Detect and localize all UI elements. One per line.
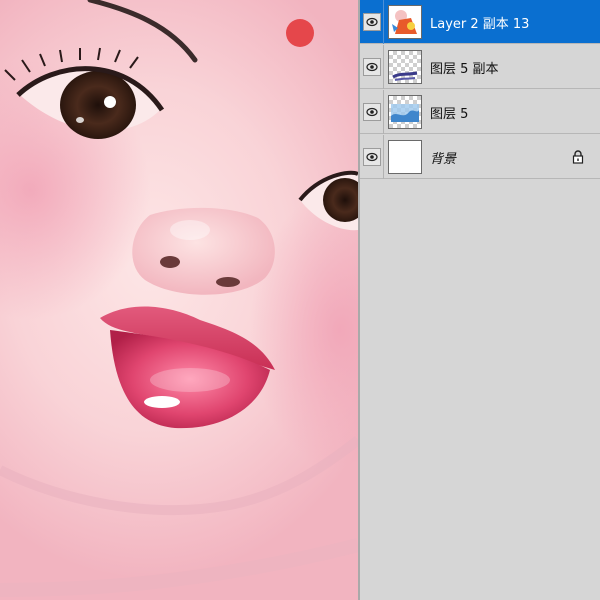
layer-name[interactable]: 背景 bbox=[430, 148, 456, 167]
document-canvas[interactable] bbox=[0, 0, 358, 600]
mouth bbox=[100, 306, 275, 429]
layer-name[interactable]: 图层 5 副本 bbox=[430, 58, 499, 77]
eye-icon bbox=[365, 107, 378, 117]
visibility-toggle[interactable] bbox=[360, 0, 384, 44]
nose bbox=[132, 207, 275, 295]
face-illustration bbox=[0, 0, 358, 597]
eye-icon bbox=[365, 17, 378, 27]
lock-icon bbox=[572, 150, 584, 164]
colorful-figure-thumb bbox=[388, 5, 422, 39]
layers-panel: Layer 2 副本 13 图层 5 副本 图层 5 背景 bbox=[358, 0, 600, 600]
eyebrow bbox=[87, 0, 198, 63]
visibility-toggle[interactable] bbox=[360, 45, 384, 89]
layer-name[interactable]: Layer 2 副本 13 bbox=[430, 13, 529, 32]
layer-name[interactable]: 图层 5 bbox=[430, 103, 468, 122]
white-thumb bbox=[388, 140, 422, 174]
transparent-strokes-thumb bbox=[388, 50, 422, 84]
eye-icon bbox=[365, 62, 378, 72]
neck-fold bbox=[0, 538, 358, 597]
visibility-toggle[interactable] bbox=[360, 135, 384, 179]
tooth bbox=[144, 396, 180, 408]
layer-row-layer-5-copy[interactable]: 图层 5 副本 bbox=[360, 45, 600, 89]
layer-row-background[interactable]: 背景 bbox=[360, 135, 600, 179]
bindi-dot bbox=[286, 19, 314, 47]
layer-row-layer-2-copy-13[interactable]: Layer 2 副本 13 bbox=[360, 0, 600, 44]
layer-row-layer-5[interactable]: 图层 5 bbox=[360, 90, 600, 134]
blue-pattern-thumb bbox=[388, 95, 422, 129]
eye-icon bbox=[365, 152, 378, 162]
visibility-toggle[interactable] bbox=[360, 90, 384, 134]
